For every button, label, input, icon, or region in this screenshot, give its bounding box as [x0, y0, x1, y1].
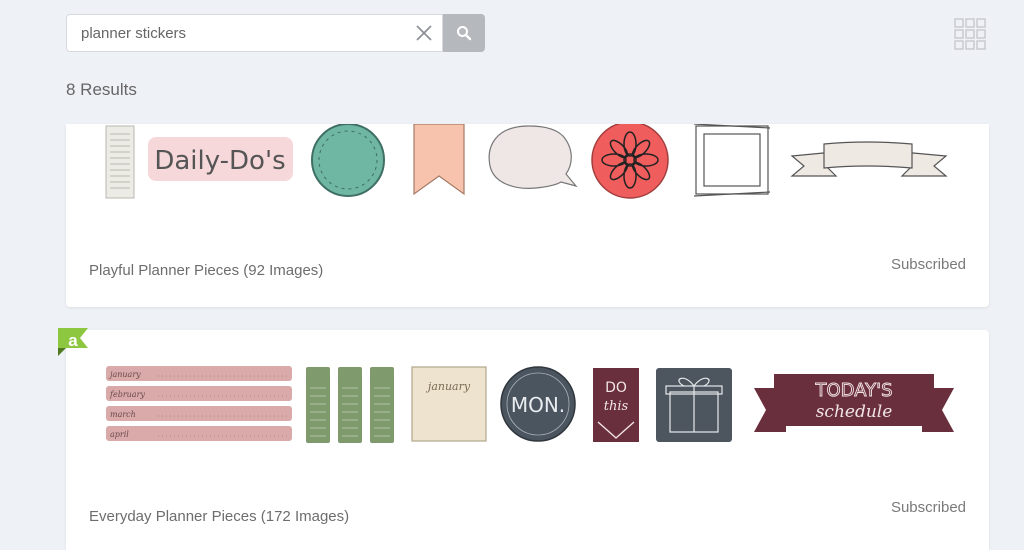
gift-sticker: [656, 368, 732, 442]
grid-icon: [954, 18, 986, 50]
search-input[interactable]: [67, 15, 397, 51]
peach-ribbon-sticker: [413, 124, 465, 196]
results-count: 8 Results: [66, 80, 137, 99]
notepad-sticker: [105, 125, 135, 199]
subscription-status: Subscribed: [890, 499, 966, 516]
daily-dos-text: Daily-Do's: [154, 146, 285, 176]
image-preview-strip: Daily-Do's: [105, 124, 948, 199]
frame-sticker: [693, 124, 771, 197]
this-text: this: [604, 399, 629, 414]
do-text: DO: [605, 380, 627, 396]
badge-letter: a: [68, 331, 78, 350]
month-label: april: [110, 430, 129, 439]
search-button[interactable]: [443, 14, 485, 52]
banner-line1: TODAY'S: [815, 380, 893, 401]
day-text: MON.: [511, 393, 565, 417]
month-label: february: [109, 390, 145, 399]
collection-card-playful[interactable]: Daily-Do's Playful Planner Pieces (92 Im…: [66, 124, 989, 307]
square-month-text: january: [425, 380, 471, 393]
collection-title[interactable]: Playful Planner Pieces (92 Images): [89, 262, 323, 279]
sage-columns-sticker: [306, 367, 394, 443]
teal-circle-sticker: [311, 124, 385, 197]
month-strips-sticker: january february march april: [106, 366, 292, 441]
collection-card-everyday[interactable]: a january february march april january M…: [58, 328, 989, 550]
month-label: march: [110, 410, 136, 419]
image-preview-strip: january february march april january MON…: [106, 366, 954, 443]
collection-title[interactable]: Everyday Planner Pieces (172 Images): [89, 508, 349, 525]
subscription-status: Subscribed: [890, 256, 966, 273]
coral-flower-sticker: [591, 124, 669, 199]
search-icon: [457, 26, 472, 41]
january-square-sticker: [411, 366, 487, 442]
banner-line2: schedule: [816, 402, 893, 422]
access-badge: a: [58, 328, 98, 360]
search-box: [66, 14, 443, 52]
grid-view-toggle[interactable]: [954, 18, 986, 50]
speech-bubble-sticker: [488, 125, 578, 189]
month-label: january: [108, 370, 141, 379]
clear-search-button[interactable]: [414, 23, 434, 43]
close-icon: [416, 25, 432, 41]
scroll-banner-sticker: [790, 141, 948, 177]
